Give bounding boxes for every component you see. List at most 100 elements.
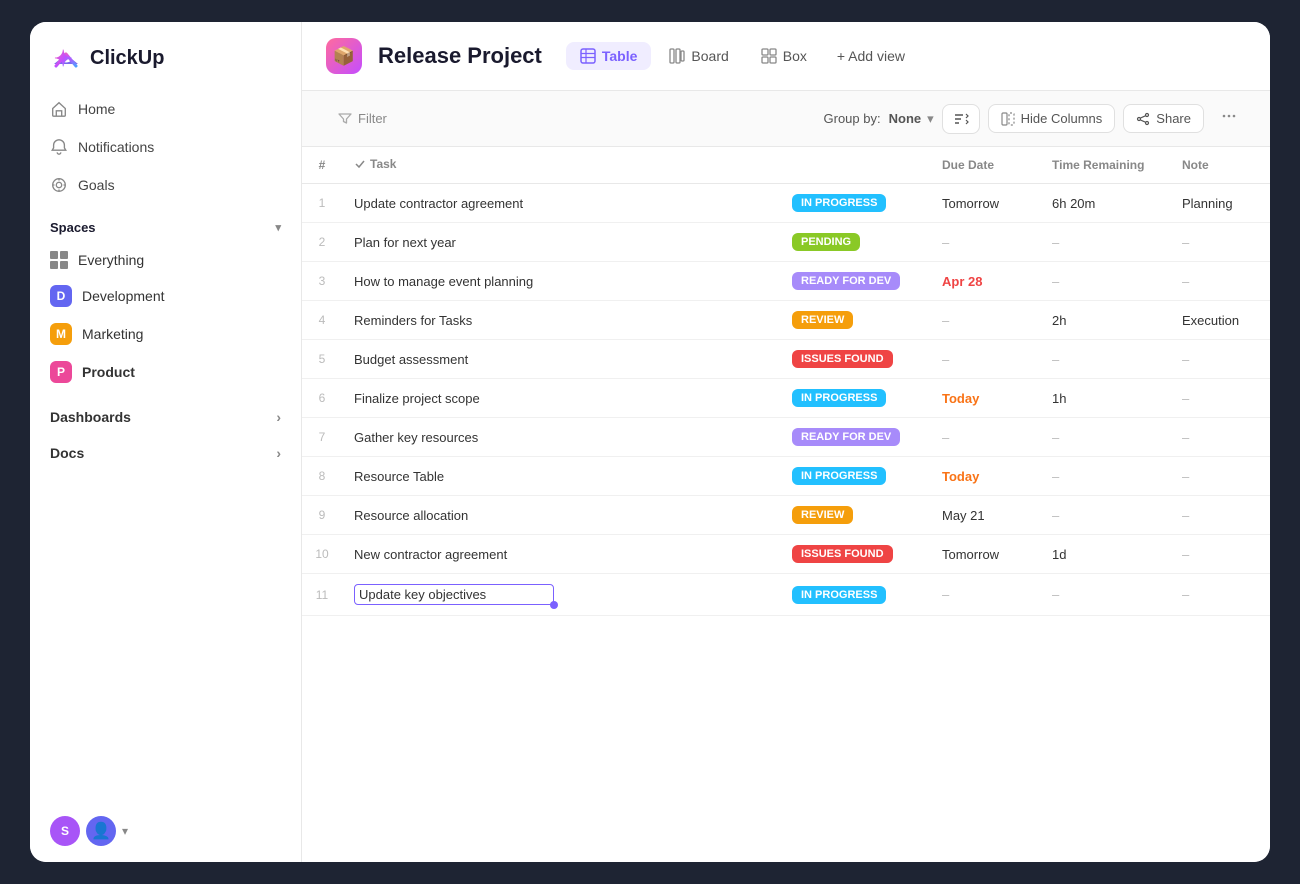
table-row[interactable]: 2Plan for next yearPENDING–––	[302, 223, 1270, 262]
note-cell: –	[1170, 379, 1270, 418]
time-remaining-cell: –	[1040, 418, 1170, 457]
task-name-cell[interactable]: How to manage event planning	[342, 262, 780, 301]
table-header-row: # Task Due Date Time Remaining	[302, 147, 1270, 184]
nav-item-notifications[interactable]: Notifications	[38, 128, 293, 166]
filter-label: Filter	[358, 111, 387, 126]
status-cell[interactable]: READY FOR DEV	[780, 262, 930, 301]
status-badge: IN PROGRESS	[792, 467, 886, 485]
row-num: 2	[302, 223, 342, 262]
nav-item-goals[interactable]: Goals	[38, 166, 293, 204]
task-name-cell[interactable]: Resource Table	[342, 457, 780, 496]
task-name-cell[interactable]: Resource allocation	[342, 496, 780, 535]
hide-columns-icon	[1001, 112, 1015, 126]
main-nav: Home Notifications Goals	[30, 90, 301, 204]
time-remaining-cell: 1d	[1040, 535, 1170, 574]
table-row[interactable]: 3How to manage event planningREADY FOR D…	[302, 262, 1270, 301]
table-row[interactable]: 11Update key objectivesIN PROGRESS–––	[302, 574, 1270, 616]
tab-table[interactable]: Table	[566, 42, 652, 70]
task-name-cell[interactable]: Reminders for Tasks	[342, 301, 780, 340]
status-cell[interactable]: REVIEW	[780, 496, 930, 535]
logo: ✦ ClickUp	[30, 22, 301, 90]
due-date-cell: Tomorrow	[930, 184, 1040, 223]
add-view-button[interactable]: + Add view	[825, 42, 917, 70]
space-product-label: Product	[82, 364, 135, 380]
table-row[interactable]: 6Finalize project scopeIN PROGRESSToday1…	[302, 379, 1270, 418]
row-num: 8	[302, 457, 342, 496]
sort-button[interactable]	[942, 104, 980, 134]
nav-item-home[interactable]: Home	[38, 90, 293, 128]
status-cell[interactable]: READY FOR DEV	[780, 418, 930, 457]
tab-table-label: Table	[602, 48, 638, 64]
due-date-cell: –	[930, 574, 1040, 616]
avatar-s[interactable]: S	[50, 816, 80, 846]
more-options-button[interactable]	[1212, 101, 1246, 136]
space-development[interactable]: D Development	[38, 277, 293, 315]
task-table-wrap: # Task Due Date Time Remaining	[302, 147, 1270, 862]
task-name-cell[interactable]: Gather key resources	[342, 418, 780, 457]
col-task: Task	[342, 147, 780, 184]
table-row[interactable]: 5Budget assessmentISSUES FOUND–––	[302, 340, 1270, 379]
group-by[interactable]: Group by: None ▾	[824, 111, 934, 127]
avatar-u[interactable]: 👤	[86, 816, 116, 846]
status-cell[interactable]: IN PROGRESS	[780, 457, 930, 496]
tab-board[interactable]: Board	[655, 42, 742, 70]
note-cell: –	[1170, 457, 1270, 496]
status-cell[interactable]: IN PROGRESS	[780, 574, 930, 616]
status-cell[interactable]: ISSUES FOUND	[780, 340, 930, 379]
tab-box-label: Box	[783, 48, 807, 64]
user-dropdown-chevron[interactable]: ▾	[122, 824, 128, 838]
task-name-cell[interactable]: Plan for next year	[342, 223, 780, 262]
status-cell[interactable]: PENDING	[780, 223, 930, 262]
group-by-chevron: ▾	[927, 111, 934, 127]
table-row[interactable]: 10New contractor agreementISSUES FOUNDTo…	[302, 535, 1270, 574]
space-everything[interactable]: Everything	[38, 243, 293, 277]
hide-columns-button[interactable]: Hide Columns	[988, 104, 1116, 133]
table-row[interactable]: 9Resource allocationREVIEWMay 21––	[302, 496, 1270, 535]
note-cell: –	[1170, 574, 1270, 616]
status-badge: PENDING	[792, 233, 860, 251]
time-remaining-cell: 6h 20m	[1040, 184, 1170, 223]
filter-button[interactable]: Filter	[326, 105, 399, 132]
svg-text:✦: ✦	[54, 46, 72, 71]
share-icon	[1136, 112, 1150, 126]
group-by-value: None	[889, 111, 922, 126]
project-icon: 📦	[326, 38, 362, 74]
task-name-cell[interactable]: Update contractor agreement	[342, 184, 780, 223]
dashboards-label: Dashboards	[50, 409, 131, 425]
space-product[interactable]: P Product	[38, 353, 293, 391]
status-cell[interactable]: ISSUES FOUND	[780, 535, 930, 574]
spaces-chevron[interactable]: ▾	[275, 221, 281, 234]
row-num: 1	[302, 184, 342, 223]
due-date-cell: May 21	[930, 496, 1040, 535]
tab-board-label: Board	[691, 48, 728, 64]
table-row[interactable]: 7Gather key resourcesREADY FOR DEV–––	[302, 418, 1270, 457]
box-icon	[761, 48, 777, 64]
table-row[interactable]: 4Reminders for TasksREVIEW–2hExecution	[302, 301, 1270, 340]
row-num: 11	[302, 574, 342, 616]
dashboards-item[interactable]: Dashboards ›	[38, 399, 293, 435]
task-name-cell[interactable]: New contractor agreement	[342, 535, 780, 574]
task-name-cell[interactable]: Budget assessment	[342, 340, 780, 379]
space-marketing[interactable]: M Marketing	[38, 315, 293, 353]
sidebar-bottom: S 👤 ▾	[30, 800, 301, 862]
note-cell: –	[1170, 262, 1270, 301]
task-name-cell[interactable]: Finalize project scope	[342, 379, 780, 418]
status-cell[interactable]: REVIEW	[780, 301, 930, 340]
col-num: #	[302, 147, 342, 184]
status-cell[interactable]: IN PROGRESS	[780, 184, 930, 223]
task-name-cell[interactable]: Update key objectives	[342, 574, 780, 616]
note-cell: Planning	[1170, 184, 1270, 223]
col-status	[780, 147, 930, 184]
table-row[interactable]: 1Update contractor agreement IN PROGRESS T…	[302, 184, 1270, 223]
tab-box[interactable]: Box	[747, 42, 821, 70]
table-row[interactable]: 8Resource TableIN PROGRESSToday––	[302, 457, 1270, 496]
status-badge: IN PROGRESS	[792, 194, 886, 212]
add-view-label: + Add view	[837, 48, 905, 64]
table-icon	[580, 48, 596, 64]
status-cell[interactable]: IN PROGRESS	[780, 379, 930, 418]
space-everything-label: Everything	[78, 252, 144, 268]
share-button[interactable]: Share	[1123, 104, 1204, 133]
docs-item[interactable]: Docs ›	[38, 435, 293, 471]
col-note: Note	[1170, 147, 1270, 184]
status-badge: ISSUES FOUND	[792, 350, 893, 368]
